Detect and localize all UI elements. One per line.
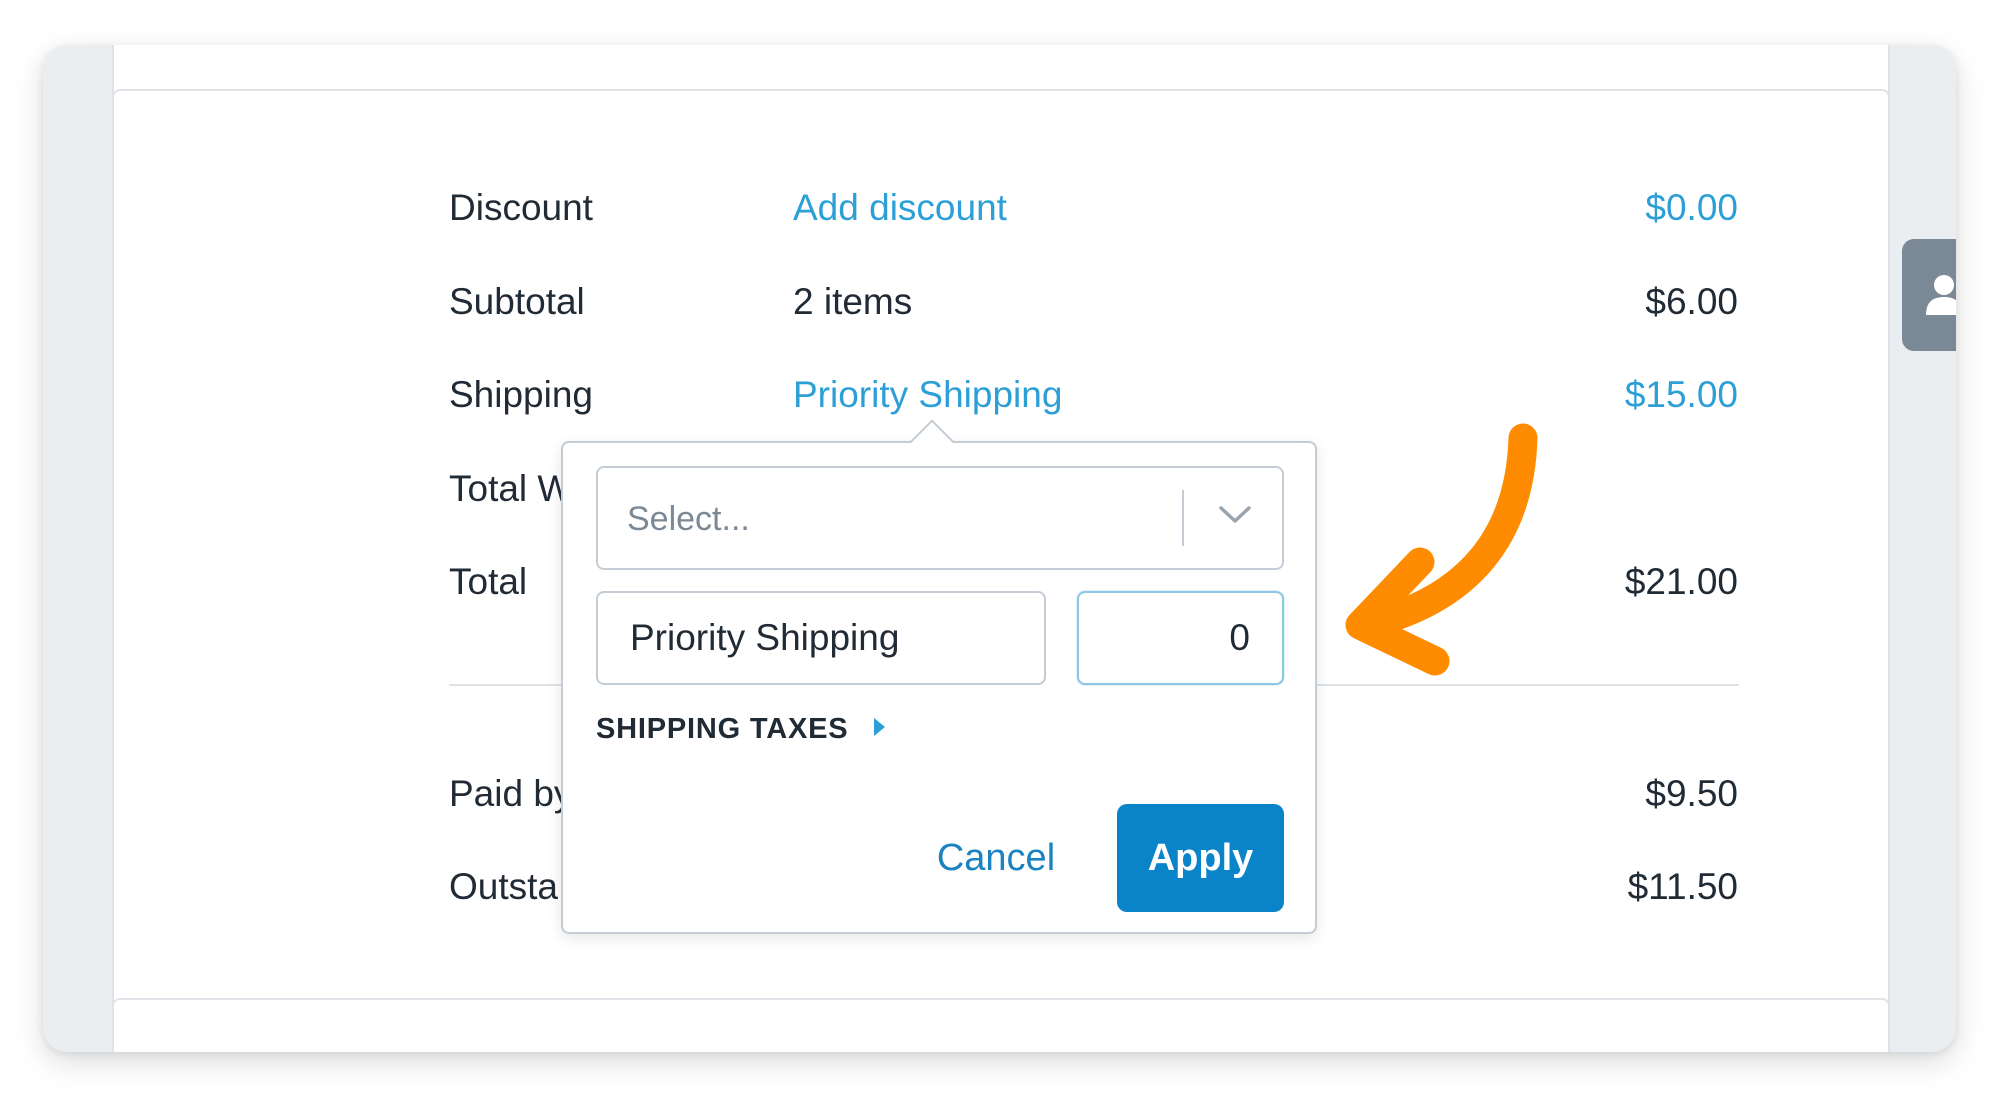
- apply-button[interactable]: Apply: [1117, 804, 1284, 912]
- select-placeholder: Select...: [627, 500, 750, 538]
- discount-amount[interactable]: $0.00: [1645, 186, 1738, 230]
- shipping-name-input[interactable]: [596, 591, 1046, 685]
- caret-right-icon: [874, 718, 886, 737]
- select-separator: [1182, 490, 1184, 546]
- shipping-rate-select[interactable]: Select...: [596, 466, 1284, 570]
- bottom-card: [112, 998, 1890, 1052]
- customer-side-tab[interactable]: [1902, 239, 1956, 351]
- shipping-label: Shipping: [449, 374, 594, 415]
- shipping-method-link[interactable]: Priority Shipping: [793, 373, 1062, 417]
- shipping-popover: Select... SHIPPING TAXES Cancel Apply: [561, 419, 1317, 934]
- shipping-price-input[interactable]: [1077, 591, 1284, 685]
- outstanding-amount: $11.50: [1627, 866, 1738, 907]
- discount-label: Discount: [449, 187, 593, 228]
- user-icon: [1926, 275, 1956, 315]
- cancel-button[interactable]: Cancel: [925, 804, 1067, 912]
- chevron-down-icon: [1219, 506, 1251, 523]
- shipping-taxes-toggle[interactable]: SHIPPING TAXES: [596, 711, 886, 747]
- paid-by-label: Paid by: [449, 773, 573, 814]
- total-label: Total: [449, 561, 528, 602]
- total-weight-label: Total W: [449, 468, 573, 509]
- paid-amount: $9.50: [1645, 773, 1738, 814]
- shipping-taxes-label: SHIPPING TAXES: [596, 713, 849, 745]
- curved-arrow-icon: [1345, 423, 1538, 676]
- subtotal-label: Subtotal: [449, 281, 585, 322]
- shipping-amount[interactable]: $15.00: [1625, 373, 1738, 417]
- outstanding-label: Outsta: [449, 866, 558, 907]
- total-amount: $21.00: [1624, 561, 1738, 602]
- subtotal-items: 2 items: [793, 281, 913, 322]
- add-discount-link[interactable]: Add discount: [793, 186, 1007, 230]
- subtotal-amount: $6.00: [1645, 281, 1738, 322]
